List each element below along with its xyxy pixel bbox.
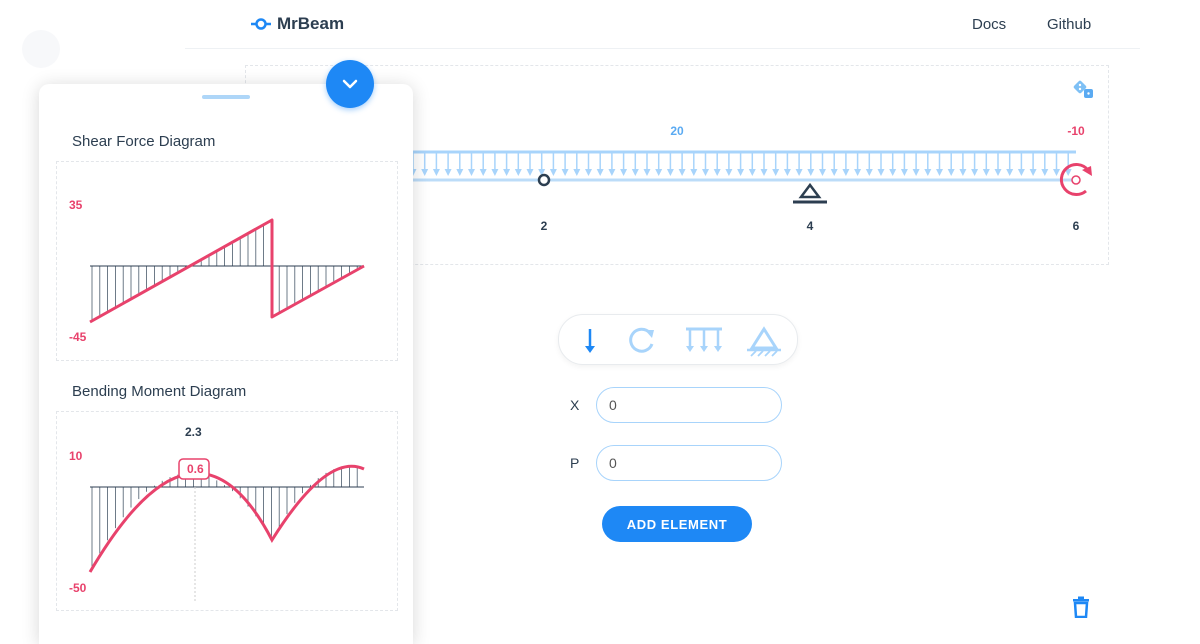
moment-icon[interactable] [625, 323, 659, 357]
support-icon[interactable] [745, 323, 783, 357]
add-element-button[interactable]: ADD ELEMENT [602, 506, 752, 542]
drawer-handle[interactable] [202, 95, 250, 99]
distributed-load[interactable] [409, 150, 1077, 176]
x-label: X [570, 397, 580, 413]
moment-curve [88, 464, 365, 573]
moment-diagram: 2.3 10 -50 0.6 [56, 411, 398, 611]
element-toolbar [558, 314, 798, 365]
moment-diagram-title: Bending Moment Diagram [72, 383, 247, 400]
shear-diagram-title: Shear Force Diagram [72, 133, 216, 150]
collapse-drawer-button[interactable] [326, 60, 374, 108]
moment-peak-label: 0.6 [187, 462, 204, 476]
shear-chart [89, 218, 365, 324]
x-input[interactable] [596, 387, 782, 423]
distributed-load-icon[interactable] [683, 323, 725, 357]
pin-support-icon[interactable] [793, 182, 827, 204]
position-tick-2: 2 [540, 219, 548, 233]
shear-hatching [91, 220, 358, 321]
point-load-icon[interactable] [573, 323, 607, 357]
shear-diagram: 35 -45 [56, 161, 398, 361]
p-input[interactable] [596, 445, 782, 481]
chevron-down-icon [342, 79, 358, 89]
moment-chart [88, 458, 365, 602]
trash-icon[interactable] [1072, 596, 1090, 618]
p-label: P [570, 455, 580, 471]
position-tick-6: 6 [1072, 219, 1080, 233]
hinge-icon[interactable] [537, 173, 551, 187]
position-tick-4: 4 [806, 219, 814, 233]
diagram-drawer: Shear Force Diagram 35 -45 Bending Momen… [39, 84, 413, 644]
